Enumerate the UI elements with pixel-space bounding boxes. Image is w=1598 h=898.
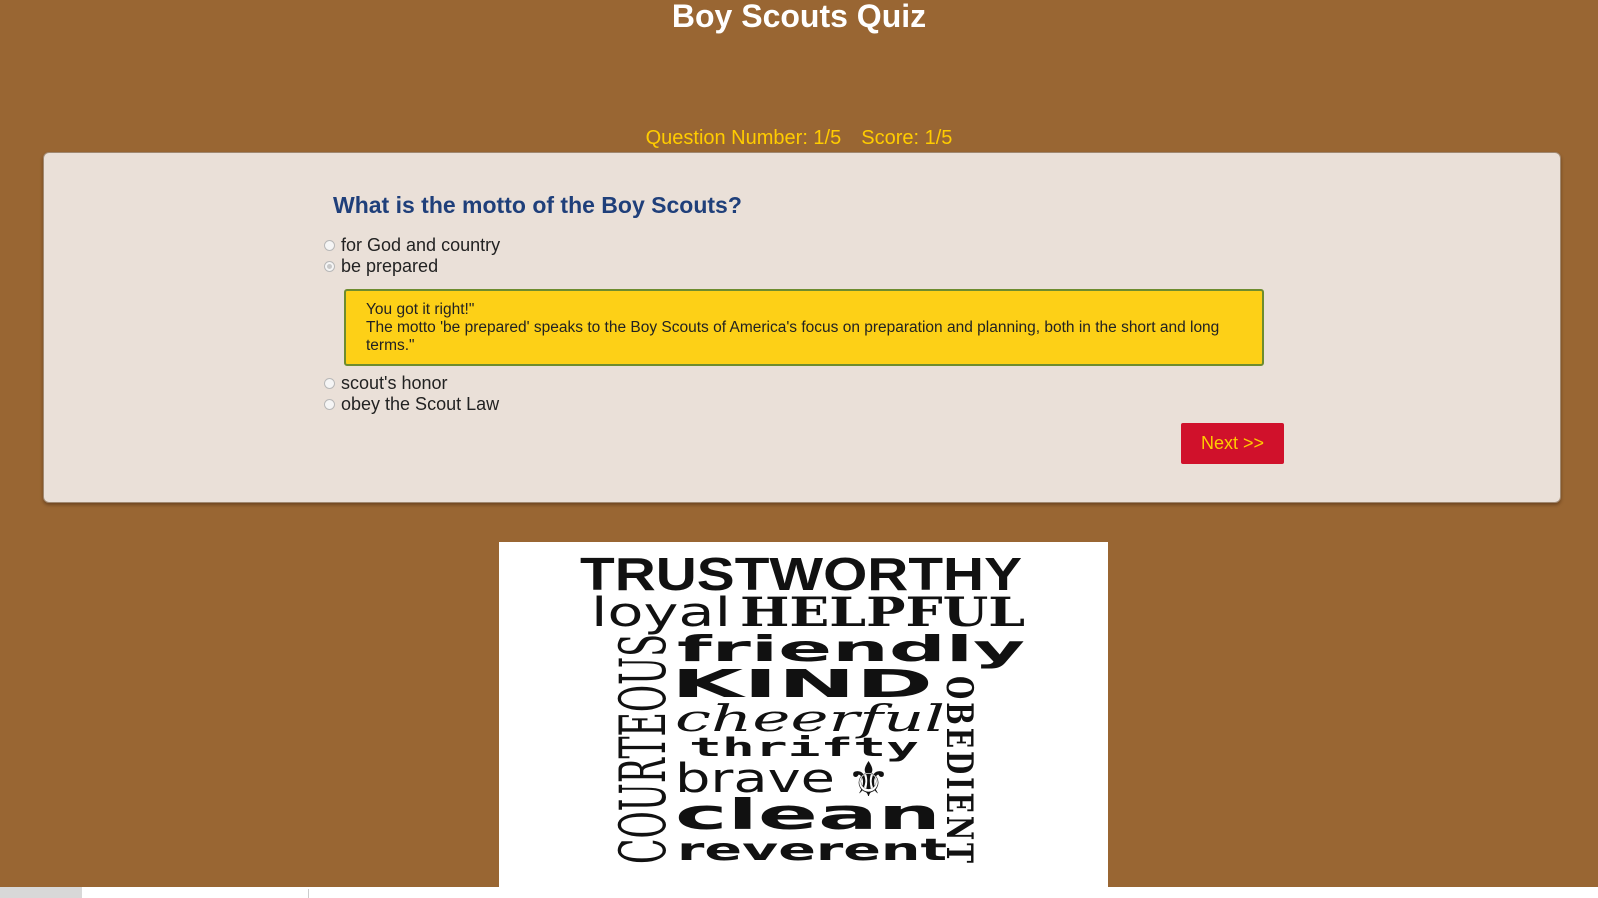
next-button[interactable]: Next >> <box>1181 423 1284 464</box>
option-be-prepared[interactable]: be prepared <box>324 256 438 277</box>
radio-circle-icon[interactable] <box>324 240 335 251</box>
word-clean: clean <box>675 790 941 839</box>
score: Score: 1/5 <box>861 127 953 149</box>
option-for-god-and-country[interactable]: for God and country <box>324 235 500 256</box>
bottom-divider <box>308 889 309 898</box>
option-label: for God and country <box>341 235 501 255</box>
option-label: obey the Scout Law <box>341 394 500 414</box>
feedback-heading: You got it right!" <box>366 301 475 318</box>
word-courteous: COURTEOUS <box>607 634 681 864</box>
feedback-box: You got it right!" The motto 'be prepare… <box>344 289 1264 366</box>
question-text: What is the motto of the Boy Scouts? <box>333 192 742 218</box>
feedback-explanation: The motto 'be prepared' speaks to the Bo… <box>366 319 1220 354</box>
word-obedient: OBEDIENT <box>938 676 980 866</box>
option-label: be prepared <box>341 256 439 276</box>
radio-circle-icon[interactable] <box>324 261 335 272</box>
option-scouts-honor[interactable]: scout's honor <box>324 373 448 394</box>
quiz-status: Question Number: 1/5 Score: 1/5 <box>0 126 1598 150</box>
question-number: Question Number: 1/5 <box>645 127 842 149</box>
radio-circle-icon[interactable] <box>324 399 335 410</box>
bottom-tab[interactable] <box>0 887 82 898</box>
quiz-panel: What is the motto of the Boy Scouts? for… <box>43 152 1561 503</box>
option-obey-the-scout-law[interactable]: obey the Scout Law <box>324 394 499 415</box>
page-title: Boy Scouts Quiz <box>671 0 927 34</box>
scout-law-word-art: TRUSTWORTHY loyal HELPFUL friendly KIND … <box>499 542 1108 889</box>
word-reverent: reverent <box>677 833 947 868</box>
bottom-bar <box>0 887 1598 898</box>
radio-circle-icon[interactable] <box>324 378 335 389</box>
option-label: scout's honor <box>341 373 448 393</box>
